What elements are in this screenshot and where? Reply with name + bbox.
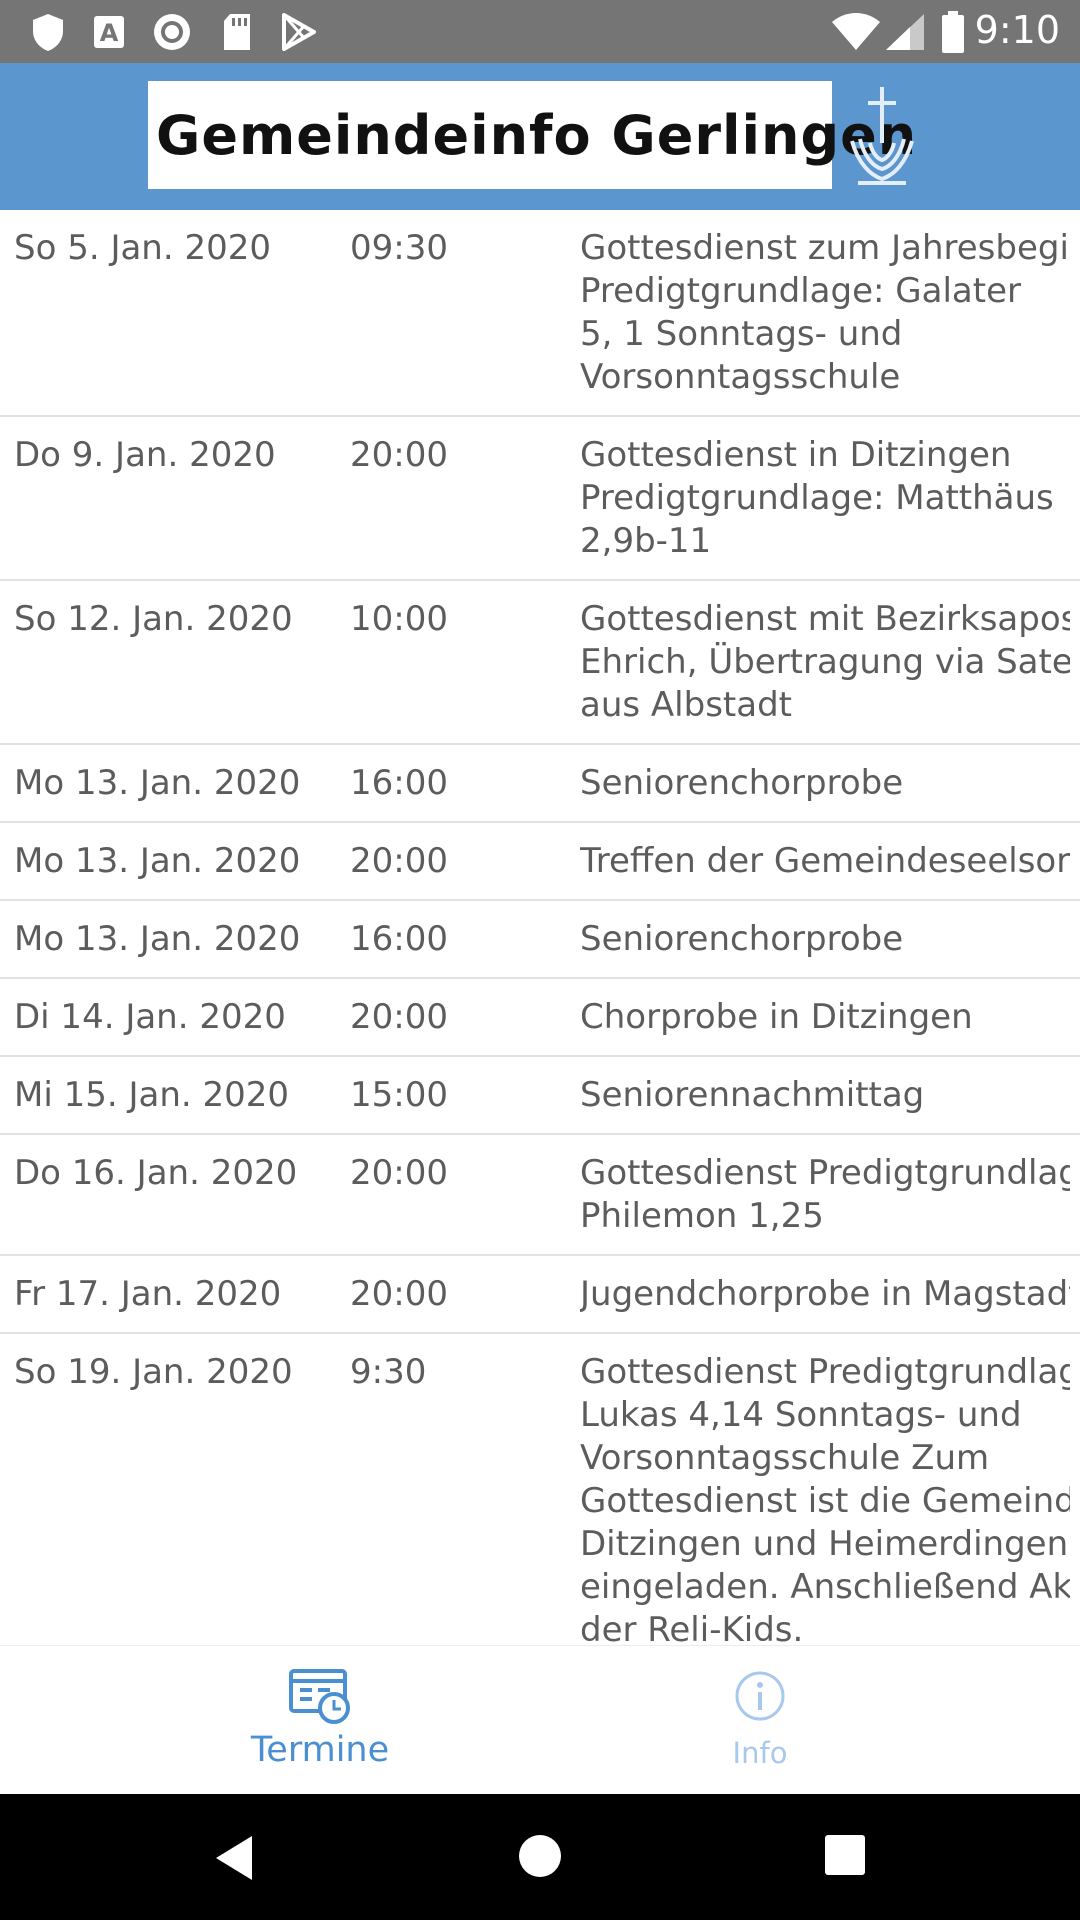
clock: 9:10 [974,8,1060,52]
system-navigation-bar [0,1794,1080,1920]
event-list[interactable]: So 5. Jan. 2020 09:30 Gottesdienst zum Jah… [0,210,1080,1645]
event-time: 9:30 [350,1352,427,1392]
signal-icon [886,14,924,50]
event-description: Seniorenchorprobe [580,919,904,959]
event-date: Mi 15. Jan. 2020 [14,1075,290,1115]
back-icon[interactable] [212,1834,256,1882]
event-description: Gottesdienst Predigtgrundlage: Philemon … [580,1153,1070,1236]
event-time: 20:00 [350,841,448,881]
event-row[interactable]: So 5. Jan. 2020 09:30 Gottesdienst zum Jah… [0,210,1080,417]
event-time: 15:00 [350,1075,448,1115]
event-time: 10:00 [350,599,448,639]
event-description: Gottesdienst Predigtgrundlage: Lukas 4,1… [580,1352,1070,1645]
event-row[interactable]: Mo 13. Jan. 2020 16:00 Seniorenchorprobe [0,745,1080,823]
shield-icon [33,14,63,51]
event-row[interactable]: Mi 15. Jan. 2020 15:00 Seniorennachmittag [0,1057,1080,1135]
event-time: 20:00 [350,1153,448,1193]
event-row[interactable]: Mo 13. Jan. 2020 20:00 Treffen der Gemeind… [0,823,1080,901]
app-title: Gemeindeinfo Gerlingen [156,103,918,167]
event-date: Di 14. Jan. 2020 [14,997,286,1037]
event-description: Treffen der Gemeindeseelsorger [580,841,1070,881]
event-date: Fr 17. Jan. 2020 [14,1274,282,1314]
event-time: 16:00 [350,763,448,803]
event-description: Seniorennachmittag [580,1075,925,1115]
event-row[interactable]: Mo 13. Jan. 2020 16:00 Seniorenchorprobe [0,901,1080,979]
event-row[interactable]: So 19. Jan. 2020 9:30 Gottesdienst Predigt… [0,1334,1080,1645]
event-row[interactable]: Di 14. Jan. 2020 20:00 Chorprobe in Ditzin… [0,979,1080,1057]
event-row[interactable]: Do 9. Jan. 2020 20:00 Gottesdienst in Ditz… [0,417,1080,581]
event-time: 20:00 [350,435,448,475]
event-time: 16:00 [350,919,448,959]
event-time: 20:00 [350,1274,448,1314]
event-row[interactable]: Do 16. Jan. 2020 20:00 Gottesdienst Predig… [0,1135,1080,1256]
event-date: Do 16. Jan. 2020 [14,1153,298,1193]
event-row[interactable]: So 12. Jan. 2020 10:00 Gottesdienst mit Be… [0,581,1080,745]
event-date: Mo 13. Jan. 2020 [14,763,301,803]
event-description: Gottesdienst zum Jahresbeginn Predigtgru… [580,228,1070,397]
event-description: Seniorenchorprobe [580,763,904,803]
event-date: So 19. Jan. 2020 [14,1352,293,1392]
tab-termine-label: Termine [250,1730,390,1770]
calendar-clock-icon [289,1669,350,1724]
sd-card-icon [224,14,250,50]
tab-info[interactable]: Info [610,1646,910,1795]
info-circle-icon [735,1671,785,1721]
event-date: Do 9. Jan. 2020 [14,435,276,475]
record-icon [154,14,190,50]
recents-icon[interactable] [824,1834,866,1876]
wifi-icon [832,13,880,50]
event-date: Mo 13. Jan. 2020 [14,841,301,881]
home-icon[interactable] [518,1834,562,1878]
event-description: Jugendchorprobe in Magstadt [580,1274,1070,1314]
app-header: Gemeindeinfo Gerlingen [0,63,1080,210]
church-emblem-icon [850,87,914,185]
event-date: So 5. Jan. 2020 [14,228,271,268]
header-logo: Gemeindeinfo Gerlingen [148,81,916,189]
event-description: Chorprobe in Ditzingen [580,997,973,1037]
play-store-icon [282,13,316,51]
event-description: Gottesdienst mit Bezirksapostel Ehrich, … [580,599,1070,725]
bottom-navigation: Termine Info [0,1645,1080,1794]
event-time: 09:30 [350,228,448,268]
event-date: So 12. Jan. 2020 [14,599,293,639]
tab-termine[interactable]: Termine [170,1646,470,1795]
text-a-icon: A [94,16,124,48]
battery-icon [942,11,964,53]
event-row[interactable]: Fr 17. Jan. 2020 20:00 Jugendchorprobe in … [0,1256,1080,1334]
event-description: Gottesdienst in Ditzingen Predigtgrundla… [580,435,1054,561]
status-bar: A 9:10 [0,0,1080,63]
tab-info-label: Info [732,1736,788,1770]
event-time: 20:00 [350,997,448,1037]
event-date: Mo 13. Jan. 2020 [14,919,301,959]
svg-text:A: A [100,19,119,47]
